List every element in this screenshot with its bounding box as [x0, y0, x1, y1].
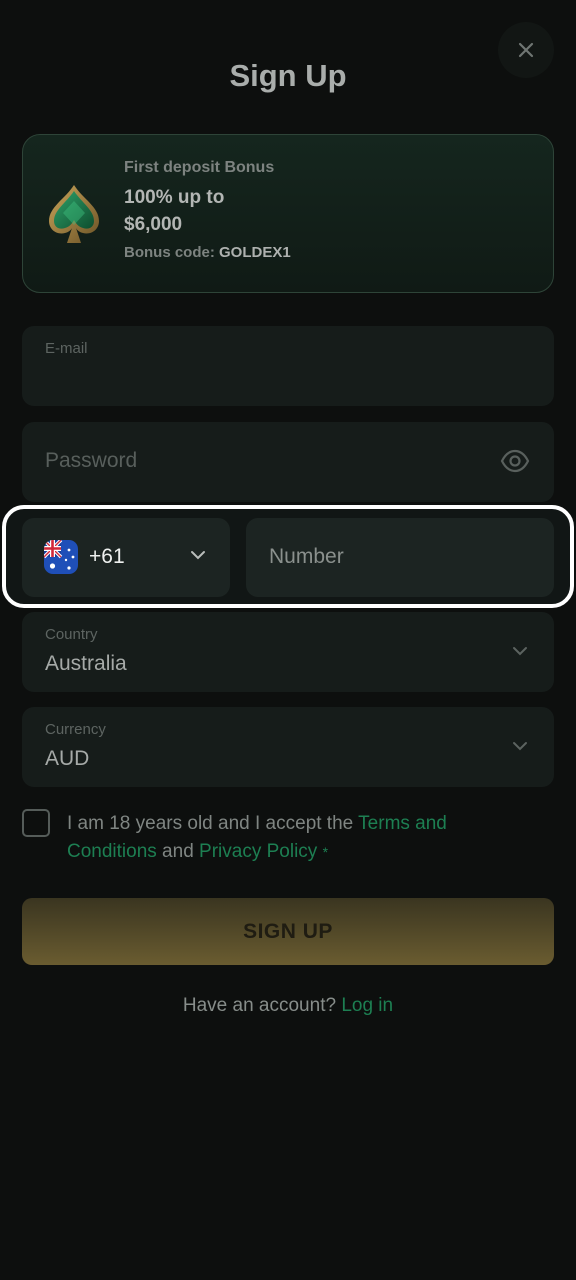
country-label: Country — [45, 626, 98, 643]
country-select[interactable]: Country Australia — [22, 612, 554, 692]
phone-code-select[interactable]: +61 — [22, 518, 230, 597]
phone-number-input[interactable]: Number — [246, 518, 554, 597]
eye-icon[interactable] — [500, 448, 530, 474]
screen: Sign Up First deposit Bonus 100% up to $… — [0, 0, 576, 1280]
login-prompt: Have an account? Log in — [0, 995, 576, 1017]
email-label: E-mail — [45, 340, 88, 357]
signup-button[interactable]: SIGN UP — [22, 898, 554, 965]
bonus-code-label: Bonus code: — [124, 244, 215, 261]
terms-text: I am 18 years old and I accept the Terms… — [67, 810, 537, 866]
bonus-card[interactable]: First deposit Bonus 100% up to $6,000 Bo… — [22, 134, 554, 293]
password-field[interactable]: Password — [22, 422, 554, 502]
spade-icon — [49, 185, 99, 243]
terms-prefix: I am 18 years old and I accept the — [67, 813, 359, 834]
bonus-code: GOLDEX1 — [219, 244, 291, 261]
bonus-subtitle: First deposit Bonus — [124, 159, 275, 176]
page-title: Sign Up — [229, 58, 347, 93]
close-icon — [518, 42, 534, 58]
login-link[interactable]: Log in — [341, 995, 393, 1016]
chevron-down-icon — [191, 551, 205, 560]
chevron-down-icon — [513, 742, 527, 751]
terms-and: and — [156, 841, 200, 862]
currency-value: AUD — [45, 747, 90, 770]
password-placeholder: Password — [45, 449, 138, 472]
have-account-text: Have an account? — [182, 995, 342, 1016]
bonus-code-line: Bonus code: GOLDEX1 — [124, 244, 291, 261]
currency-select[interactable]: Currency AUD — [22, 707, 554, 787]
australia-flag-icon — [44, 540, 78, 574]
phone-code-value: +61 — [89, 545, 125, 568]
email-field[interactable]: E-mail — [22, 326, 554, 406]
privacy-link[interactable]: Privacy Policy — [199, 841, 317, 862]
country-value: Australia — [45, 652, 127, 675]
phone-input-group: +61 Number — [2, 505, 574, 608]
age-terms-checkbox[interactable] — [22, 809, 50, 837]
chevron-down-icon — [513, 647, 527, 656]
bonus-amount: 100% up to $6,000 — [124, 187, 225, 235]
currency-label: Currency — [45, 721, 106, 738]
required-mark: * — [322, 844, 329, 860]
phone-number-placeholder: Number — [269, 545, 344, 568]
